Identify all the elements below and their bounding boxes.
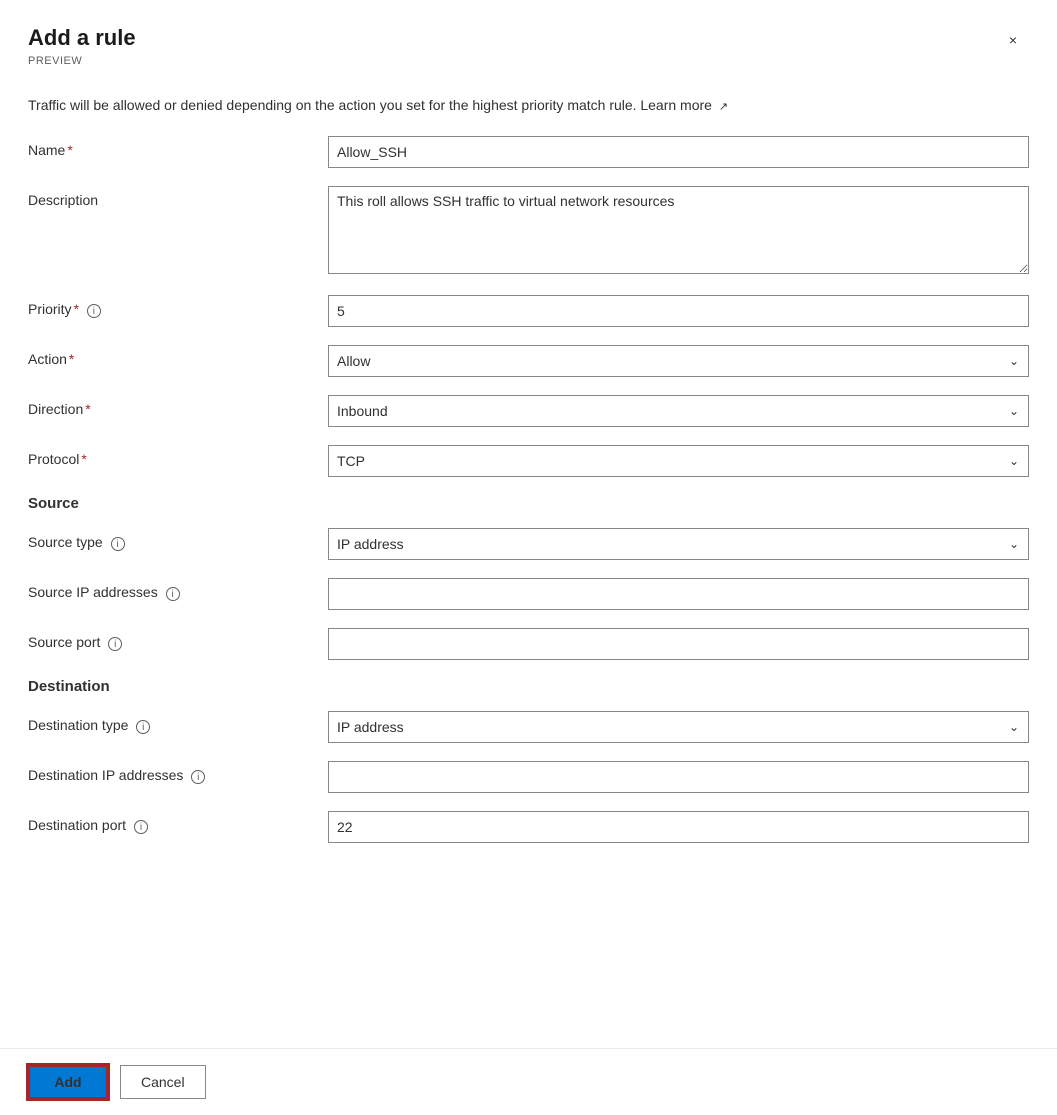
name-control	[328, 136, 1029, 168]
source-ip-label: Source IP addresses i	[28, 578, 328, 602]
source-ip-control	[328, 578, 1029, 610]
dest-type-row: Destination type i Any IP address Servic…	[28, 711, 1029, 743]
dialog-subtitle: PREVIEW	[28, 55, 136, 67]
direction-select-wrapper: Inbound Outbound ⌄	[328, 395, 1029, 427]
description-row: Description This roll allows SSH traffic…	[28, 186, 1029, 277]
priority-info-icon: i	[87, 304, 101, 318]
source-port-row: Source port i	[28, 628, 1029, 660]
source-port-label: Source port i	[28, 628, 328, 652]
source-type-select[interactable]: Any IP address Service tag Application s…	[328, 528, 1029, 560]
action-select[interactable]: Allow Deny	[328, 345, 1029, 377]
protocol-label: Protocol*	[28, 445, 328, 467]
source-type-control: Any IP address Service tag Application s…	[328, 528, 1029, 560]
dest-port-input[interactable]	[328, 811, 1029, 843]
action-select-wrapper: Allow Deny ⌄	[328, 345, 1029, 377]
dest-port-label: Destination port i	[28, 811, 328, 835]
protocol-row: Protocol* Any TCP UDP ICMP ⌄	[28, 445, 1029, 477]
action-label: Action*	[28, 345, 328, 367]
dialog-title-group: Add a rule PREVIEW	[28, 24, 136, 67]
direction-control: Inbound Outbound ⌄	[328, 395, 1029, 427]
direction-row: Direction* Inbound Outbound ⌄	[28, 395, 1029, 427]
dialog-footer: Add Cancel	[0, 1048, 1057, 1115]
info-banner: Traffic will be allowed or denied depend…	[28, 79, 1029, 136]
protocol-select-wrapper: Any TCP UDP ICMP ⌄	[328, 445, 1029, 477]
dialog-header: Add a rule PREVIEW ×	[0, 0, 1057, 79]
external-link-icon: ↗	[719, 99, 728, 116]
add-rule-dialog: Add a rule PREVIEW × Traffic will be all…	[0, 0, 1057, 1115]
dialog-body: Traffic will be allowed or denied depend…	[0, 79, 1057, 1048]
protocol-required: *	[81, 451, 86, 467]
priority-label: Priority* i	[28, 295, 328, 319]
info-banner-text: Traffic will be allowed or denied depend…	[28, 97, 637, 113]
source-ip-row: Source IP addresses i	[28, 578, 1029, 610]
source-section-header: Source	[28, 495, 1029, 512]
direction-required: *	[85, 401, 90, 417]
source-type-select-wrapper: Any IP address Service tag Application s…	[328, 528, 1029, 560]
source-type-label: Source type i	[28, 528, 328, 552]
name-row: Name*	[28, 136, 1029, 168]
dest-type-control: Any IP address Service tag Application s…	[328, 711, 1029, 743]
priority-input[interactable]	[328, 295, 1029, 327]
destination-section-header: Destination	[28, 678, 1029, 695]
dest-ip-control	[328, 761, 1029, 793]
close-icon: ×	[1009, 32, 1017, 48]
action-control: Allow Deny ⌄	[328, 345, 1029, 377]
dest-ip-info-icon: i	[191, 770, 205, 784]
dest-type-select[interactable]: Any IP address Service tag Application s…	[328, 711, 1029, 743]
dest-ip-row: Destination IP addresses i	[28, 761, 1029, 793]
dest-ip-input[interactable]	[328, 761, 1029, 793]
dest-port-row: Destination port i	[28, 811, 1029, 843]
close-button[interactable]: ×	[997, 24, 1029, 56]
dest-port-control	[328, 811, 1029, 843]
name-required: *	[67, 142, 72, 158]
add-button[interactable]: Add	[28, 1065, 108, 1099]
description-input[interactable]: This roll allows SSH traffic to virtual …	[328, 186, 1029, 274]
direction-label: Direction*	[28, 395, 328, 417]
name-input[interactable]	[328, 136, 1029, 168]
priority-row: Priority* i	[28, 295, 1029, 327]
learn-more-link[interactable]: Learn more ↗	[640, 97, 728, 113]
direction-select[interactable]: Inbound Outbound	[328, 395, 1029, 427]
priority-required: *	[74, 301, 79, 317]
source-port-info-icon: i	[108, 637, 122, 651]
description-label: Description	[28, 186, 328, 208]
action-required: *	[69, 351, 74, 367]
dest-type-select-wrapper: Any IP address Service tag Application s…	[328, 711, 1029, 743]
source-port-input[interactable]	[328, 628, 1029, 660]
action-row: Action* Allow Deny ⌄	[28, 345, 1029, 377]
cancel-button[interactable]: Cancel	[120, 1065, 206, 1099]
source-port-control	[328, 628, 1029, 660]
description-control: This roll allows SSH traffic to virtual …	[328, 186, 1029, 277]
priority-control	[328, 295, 1029, 327]
source-ip-input[interactable]	[328, 578, 1029, 610]
dest-type-label: Destination type i	[28, 711, 328, 735]
source-type-row: Source type i Any IP address Service tag…	[28, 528, 1029, 560]
protocol-control: Any TCP UDP ICMP ⌄	[328, 445, 1029, 477]
dest-port-info-icon: i	[134, 820, 148, 834]
protocol-select[interactable]: Any TCP UDP ICMP	[328, 445, 1029, 477]
source-ip-info-icon: i	[166, 587, 180, 601]
dest-type-info-icon: i	[136, 720, 150, 734]
dialog-title: Add a rule	[28, 24, 136, 53]
dest-ip-label: Destination IP addresses i	[28, 761, 328, 785]
name-label: Name*	[28, 136, 328, 158]
source-type-info-icon: i	[111, 537, 125, 551]
